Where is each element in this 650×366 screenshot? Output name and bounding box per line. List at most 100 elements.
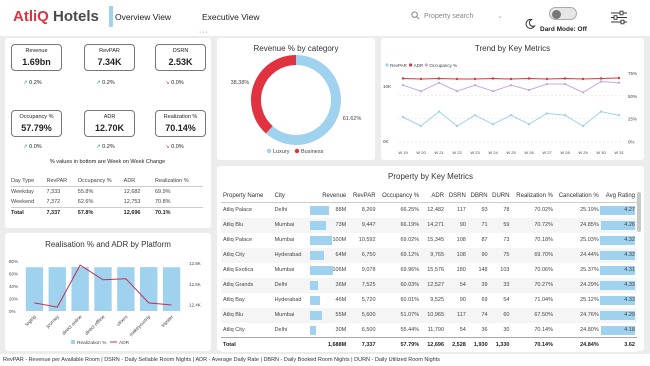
table-cell: Mumbai [274, 237, 295, 243]
column-header[interactable]: DBRN [467, 190, 490, 203]
chevron-down-icon[interactable]: ⌄ [497, 12, 503, 20]
table-cell: 24.84% [554, 337, 601, 352]
table-row: Weekday 7,333 55.8% 12,682 69.9% [11, 187, 203, 198]
table-cell: 6,750 [348, 247, 378, 263]
kpi-note: % values in bottom are Week on Week Chan… [49, 159, 166, 165]
occupancy-line-point [419, 90, 423, 93]
table-row[interactable]: Atliq City Hyderabad 64M 6,750 69.12% 9,765 10… [221, 247, 637, 263]
tab-overview-view[interactable]: Overview View [115, 12, 171, 22]
dark-mode-label: Dard Mode: Off [540, 26, 587, 33]
revenue-category-panel: Revenue % by category 61.62% 38.38% Luxury… [217, 38, 375, 160]
kpi-value: 70.14% [165, 123, 196, 133]
table-row[interactable]: Atliq Blu Mumbai 73M 9,447 66.19% 14,271 90 71 5… [221, 217, 637, 233]
column-header[interactable]: City [272, 190, 308, 203]
table-cell: 12,527 [421, 277, 447, 293]
table-row[interactable]: Atliq Blu Mumbai 55M 5,600 51.07% 10,965 117 74… [221, 307, 637, 323]
tab-executive-view[interactable]: Executive View [202, 12, 259, 22]
table-cell: 7,337 [348, 337, 378, 352]
column-header: RevPAR [46, 176, 78, 187]
table-cell: Hyderabad [274, 297, 302, 303]
table-row[interactable]: Atliq City Delhi 30M 6,500 55.44% 11,790 54 36 3… [221, 323, 637, 338]
table-cell: 25.19% [580, 207, 599, 214]
table-cell: 70.18% [534, 237, 553, 243]
revpar-line-point [599, 110, 603, 113]
table-row[interactable]: Atliq Grands Delhi 36M 7,525 60.03% 12,527 54 3… [221, 277, 637, 293]
legend-marker [385, 63, 389, 67]
daytype-table: Day Type RevPAR Occupancy % ADR Realizat… [11, 176, 203, 218]
cell-value: 4.31 [624, 267, 635, 273]
table-cell: 4.18 [601, 323, 637, 338]
trend-line-chart: RevPAR ADR Occupancy % 10K 0K 75% 50% 25% 0% W 19… [383, 63, 637, 155]
table-row[interactable]: Atliq Palace Mumbai 100M 10,592 69.02% 15,345… [221, 233, 637, 248]
y-axis-tick-right: 25% [628, 117, 637, 122]
revpar-line-point [473, 114, 477, 117]
column-header[interactable]: Revenue [307, 190, 349, 203]
revenue-bar [309, 220, 326, 230]
column-header[interactable]: RevPAR [348, 190, 378, 203]
kpi-change-revenue: ↗ 0.2% [23, 80, 42, 86]
column-header[interactable]: Cancellation % [554, 190, 601, 203]
kpi-title: Realization % [163, 114, 198, 120]
table-cell: 5,720 [361, 297, 376, 303]
occupancy-line-point [599, 80, 603, 83]
table-cell: 4.33 [600, 293, 637, 308]
table-cell: 3.62 [600, 337, 637, 352]
table-header-row: Property Name City Revenue RevPAR Occupa… [221, 190, 637, 203]
occupancy-line-point [527, 88, 531, 92]
table-cell: Delhi [272, 277, 308, 293]
column-header[interactable]: Realization % [511, 190, 555, 203]
adr-line-point [527, 77, 531, 80]
column-header[interactable]: Avg Rating [600, 190, 637, 203]
x-axis-tick: W 25 [506, 150, 516, 155]
table-cell: 117 [457, 207, 466, 214]
table-row[interactable]: Atliq Exotica Mumbai 106M 9,078 69.96% 15,576… [221, 263, 637, 278]
cell-value: 73M [335, 222, 347, 228]
table-scrollbar[interactable] [637, 192, 641, 232]
filter-sliders-icon[interactable] [610, 10, 628, 25]
table-cell: 74 [467, 307, 490, 323]
property-search[interactable]: Property search ⌄ [411, 11, 503, 24]
table-cell: 11,790 [427, 326, 445, 333]
kpi-title: DSRN [172, 48, 189, 54]
table-cell: 70.06% [534, 267, 553, 273]
revpar-line-point [527, 123, 531, 126]
adr-line-point [455, 77, 459, 81]
y-axis-tick: 0K [383, 139, 389, 144]
dark-mode-toggle[interactable] [549, 7, 577, 20]
cell-value: 30M [335, 326, 347, 333]
realization-bar [140, 267, 158, 311]
table-cell: 24.85% [554, 217, 601, 233]
table-row[interactable]: Atliq Bay Hyderabad 46M 5,720 60.01% 9,525 90 6… [221, 293, 637, 308]
cell-value: 4.32 [624, 237, 635, 243]
trend-up-icon: ↗ [23, 144, 28, 150]
table-row[interactable]: Atliq Palace Delhi 88M 8,269 66.25% 12,482 117… [221, 203, 637, 218]
x-axis-tick: logtrip [24, 314, 38, 328]
table-cell: 67.50% [511, 307, 555, 323]
table-cell: Atliq Bay [223, 297, 245, 303]
revpar-line-point [545, 112, 549, 115]
table-cell: 1,330 [489, 337, 512, 352]
column-header[interactable]: DSRN [446, 190, 468, 203]
table-cell: 69.70% [511, 247, 555, 263]
table-cell: 88M [308, 203, 349, 218]
adr-line-point [545, 77, 549, 81]
x-axis-tick: direct online [61, 314, 84, 337]
table-cell: 57.8% [77, 207, 124, 218]
kpi-card-occupancy: Occupancy % 57.79% [11, 110, 62, 137]
table-cell: Atliq City [221, 247, 273, 263]
column-header[interactable]: Occupancy % [377, 190, 422, 203]
table-cell: 180 [456, 267, 466, 273]
column-header[interactable]: ADR [421, 190, 447, 203]
table-cell: 70.1% [154, 207, 203, 218]
column-header[interactable]: Property Name [221, 190, 273, 203]
table-cell: 24.80% [580, 326, 599, 333]
table-cell: 70.8% [154, 199, 171, 205]
x-axis-tick: W 30 [596, 150, 606, 155]
x-axis-tick: W 21 [434, 150, 444, 155]
x-axis-tick: W 20 [416, 150, 426, 155]
x-axis-tick: direct offline [84, 314, 107, 337]
occupancy-line-point [437, 81, 441, 84]
table-cell: 60.01% [400, 297, 420, 303]
column-header[interactable]: DURN [489, 190, 512, 203]
more-options-icon[interactable]: ··· [199, 29, 209, 36]
